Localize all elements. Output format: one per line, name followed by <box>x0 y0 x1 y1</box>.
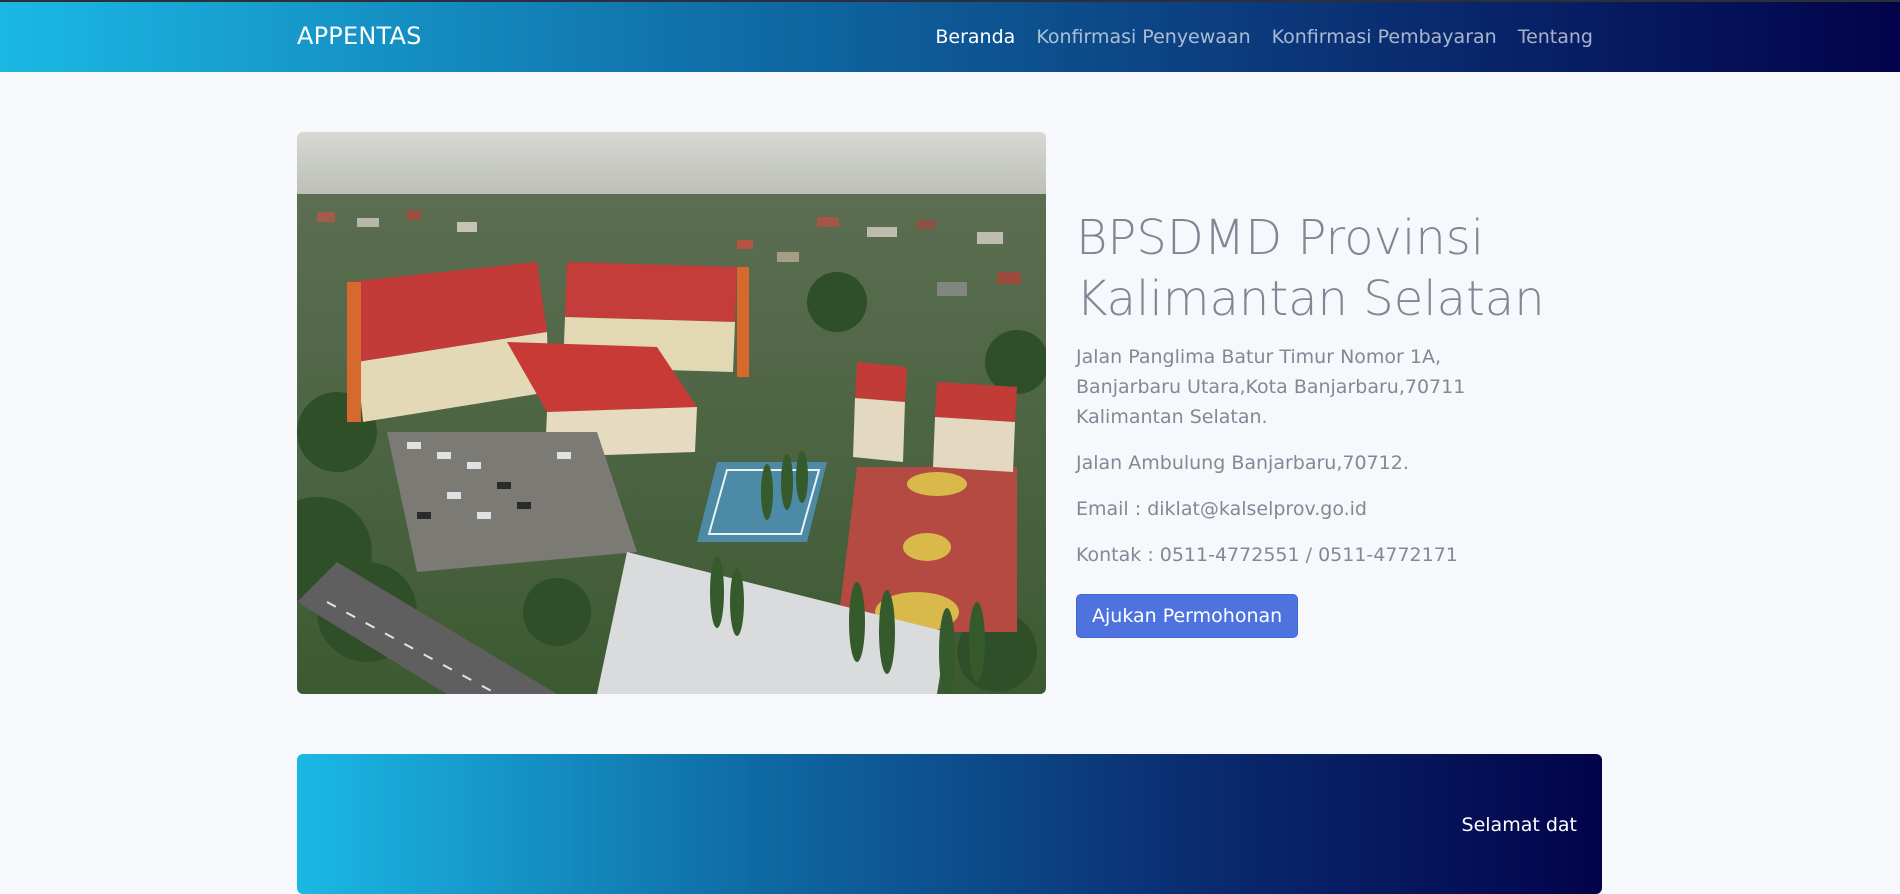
brand-logo[interactable]: APPENTAS <box>297 22 422 50</box>
email-text: Email : diklat@kalselprov.go.id <box>1076 498 1367 520</box>
navbar: APPENTAS Beranda Konfirmasi Penyewaan Ko… <box>0 0 1900 72</box>
contact-text: Kontak : 0511-4772551 / 0511-4772171 <box>1076 544 1458 566</box>
address-primary: Jalan Panglima Batur Timur Nomor 1A, Ban… <box>1076 346 1466 428</box>
hero-title-line1: BPSDMD Provinsi <box>1076 210 1485 266</box>
hero-title: BPSDMD Provinsi Kalimantan Selatan <box>1076 208 1546 330</box>
welcome-banner-text: Selamat dat <box>1461 814 1577 836</box>
nav-item-konfirmasi-penyewaan[interactable]: Konfirmasi Penyewaan <box>1036 26 1250 48</box>
hero-text: BPSDMD Provinsi Kalimantan Selatan Jalan… <box>1076 208 1546 638</box>
nav-item-konfirmasi-pembayaran[interactable]: Konfirmasi Pembayaran <box>1272 26 1497 48</box>
submit-request-button[interactable]: Ajukan Permohonan <box>1076 594 1299 638</box>
hero-title-line2: Kalimantan Selatan <box>1076 271 1545 327</box>
nav-menu: Beranda Konfirmasi Penyewaan Konfirmasi … <box>935 26 1593 48</box>
nav-item-tentang[interactable]: Tentang <box>1518 26 1593 48</box>
campus-aerial-photo <box>297 132 1046 694</box>
address-secondary: Jalan Ambulung Banjarbaru,70712. <box>1076 452 1409 474</box>
welcome-banner: Selamat dat <box>297 754 1602 894</box>
nav-item-beranda[interactable]: Beranda <box>935 26 1015 48</box>
